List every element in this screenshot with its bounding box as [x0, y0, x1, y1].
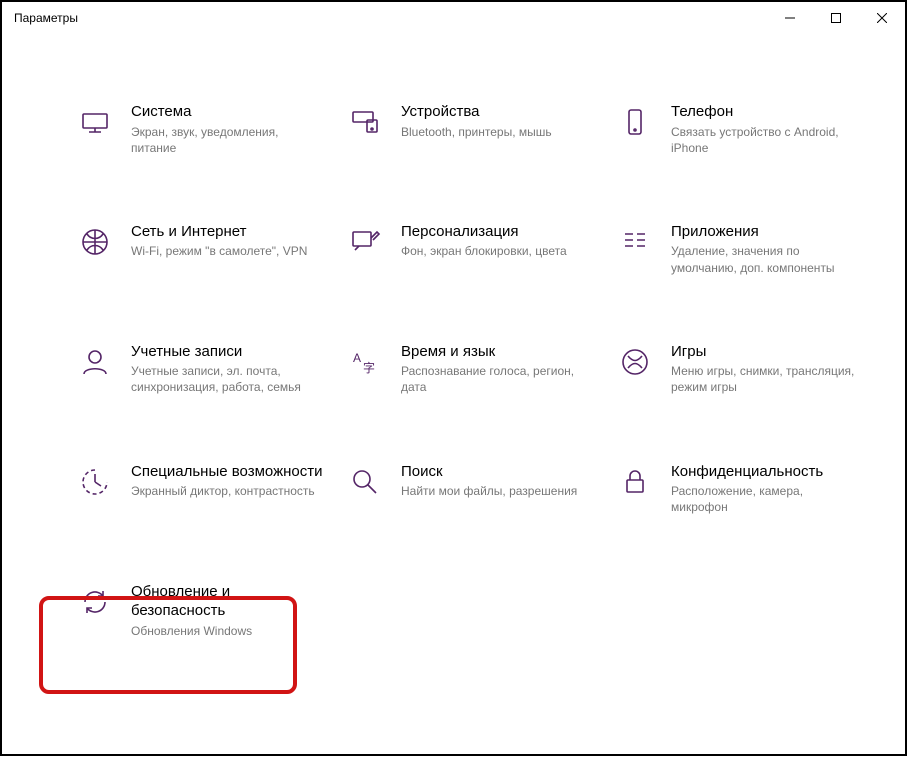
settings-window: Параметры Система Экран, звук, уведомлен… [0, 0, 907, 756]
tile-network[interactable]: Сеть и Интернет Wi-Fi, режим "в самолете… [77, 222, 327, 276]
devices-icon [347, 104, 383, 140]
tile-title: Время и язык [401, 342, 591, 362]
language-icon: A字 [347, 344, 383, 380]
tile-desc: Распознавание голоса, регион, дата [401, 363, 591, 395]
tile-title: Конфиденциальность [671, 462, 861, 482]
tile-gaming[interactable]: Игры Меню игры, снимки, трансляция, режи… [617, 342, 867, 396]
titlebar: Параметры [2, 2, 905, 34]
apps-icon [617, 224, 653, 260]
tile-title: Обновление и безопасность [131, 582, 327, 621]
svg-text:A: A [353, 351, 361, 365]
tile-desc: Удаление, значения по умолчанию, доп. ко… [671, 243, 861, 275]
tile-title: Игры [671, 342, 861, 362]
tile-title: Учетные записи [131, 342, 321, 362]
minimize-button[interactable] [767, 2, 813, 34]
tile-phone[interactable]: Телефон Связать устройство с Android, iP… [617, 102, 867, 156]
close-button[interactable] [859, 2, 905, 34]
accessibility-icon [77, 464, 113, 500]
tile-time-language[interactable]: A字 Время и язык Распознавание голоса, ре… [347, 342, 597, 396]
lock-icon [617, 464, 653, 500]
tile-desc: Связать устройство с Android, iPhone [671, 124, 861, 156]
svg-text:字: 字 [363, 360, 375, 375]
tile-title: Система [131, 102, 321, 122]
sync-icon [77, 584, 113, 620]
tile-ease-of-access[interactable]: Специальные возможности Экранный диктор,… [77, 462, 327, 516]
tile-apps[interactable]: Приложения Удаление, значения по умолчан… [617, 222, 867, 276]
tile-system[interactable]: Система Экран, звук, уведомления, питани… [77, 102, 327, 156]
tile-title: Приложения [671, 222, 861, 242]
tile-personalization[interactable]: Персонализация Фон, экран блокировки, цв… [347, 222, 597, 276]
tile-title: Сеть и Интернет [131, 222, 307, 242]
tile-desc: Расположение, камера, микрофон [671, 483, 861, 515]
tile-title: Устройства [401, 102, 552, 122]
tile-desc: Меню игры, снимки, трансляция, режим игр… [671, 363, 861, 395]
user-icon [77, 344, 113, 380]
tile-update-security[interactable]: Обновление и безопасность Обновления Win… [77, 582, 327, 639]
search-icon [347, 464, 383, 500]
tile-title: Персонализация [401, 222, 567, 242]
tile-privacy[interactable]: Конфиденциальность Расположение, камера,… [617, 462, 867, 516]
settings-grid: Система Экран, звук, уведомления, питани… [77, 102, 877, 639]
xbox-icon [617, 344, 653, 380]
brush-icon [347, 224, 383, 260]
tile-desc: Экранный диктор, контрастность [131, 483, 321, 499]
tile-search[interactable]: Поиск Найти мои файлы, разрешения [347, 462, 597, 516]
maximize-button[interactable] [813, 2, 859, 34]
tile-devices[interactable]: Устройства Bluetooth, принтеры, мышь [347, 102, 597, 156]
window-title: Параметры [14, 11, 78, 25]
globe-icon [77, 224, 113, 260]
tile-desc: Учетные записи, эл. почта, синхронизация… [131, 363, 321, 395]
tile-title: Специальные возможности [131, 462, 323, 482]
tile-title: Поиск [401, 462, 577, 482]
phone-icon [617, 104, 653, 140]
window-controls [767, 2, 905, 34]
tile-desc: Wi-Fi, режим "в самолете", VPN [131, 243, 307, 259]
tile-desc: Экран, звук, уведомления, питание [131, 124, 321, 156]
system-icon [77, 104, 113, 140]
tile-accounts[interactable]: Учетные записи Учетные записи, эл. почта… [77, 342, 327, 396]
tile-desc: Обновления Windows [131, 623, 321, 639]
tile-desc: Фон, экран блокировки, цвета [401, 243, 567, 259]
tile-title: Телефон [671, 102, 861, 122]
tile-desc: Найти мои файлы, разрешения [401, 483, 577, 499]
tile-desc: Bluetooth, принтеры, мышь [401, 124, 552, 140]
